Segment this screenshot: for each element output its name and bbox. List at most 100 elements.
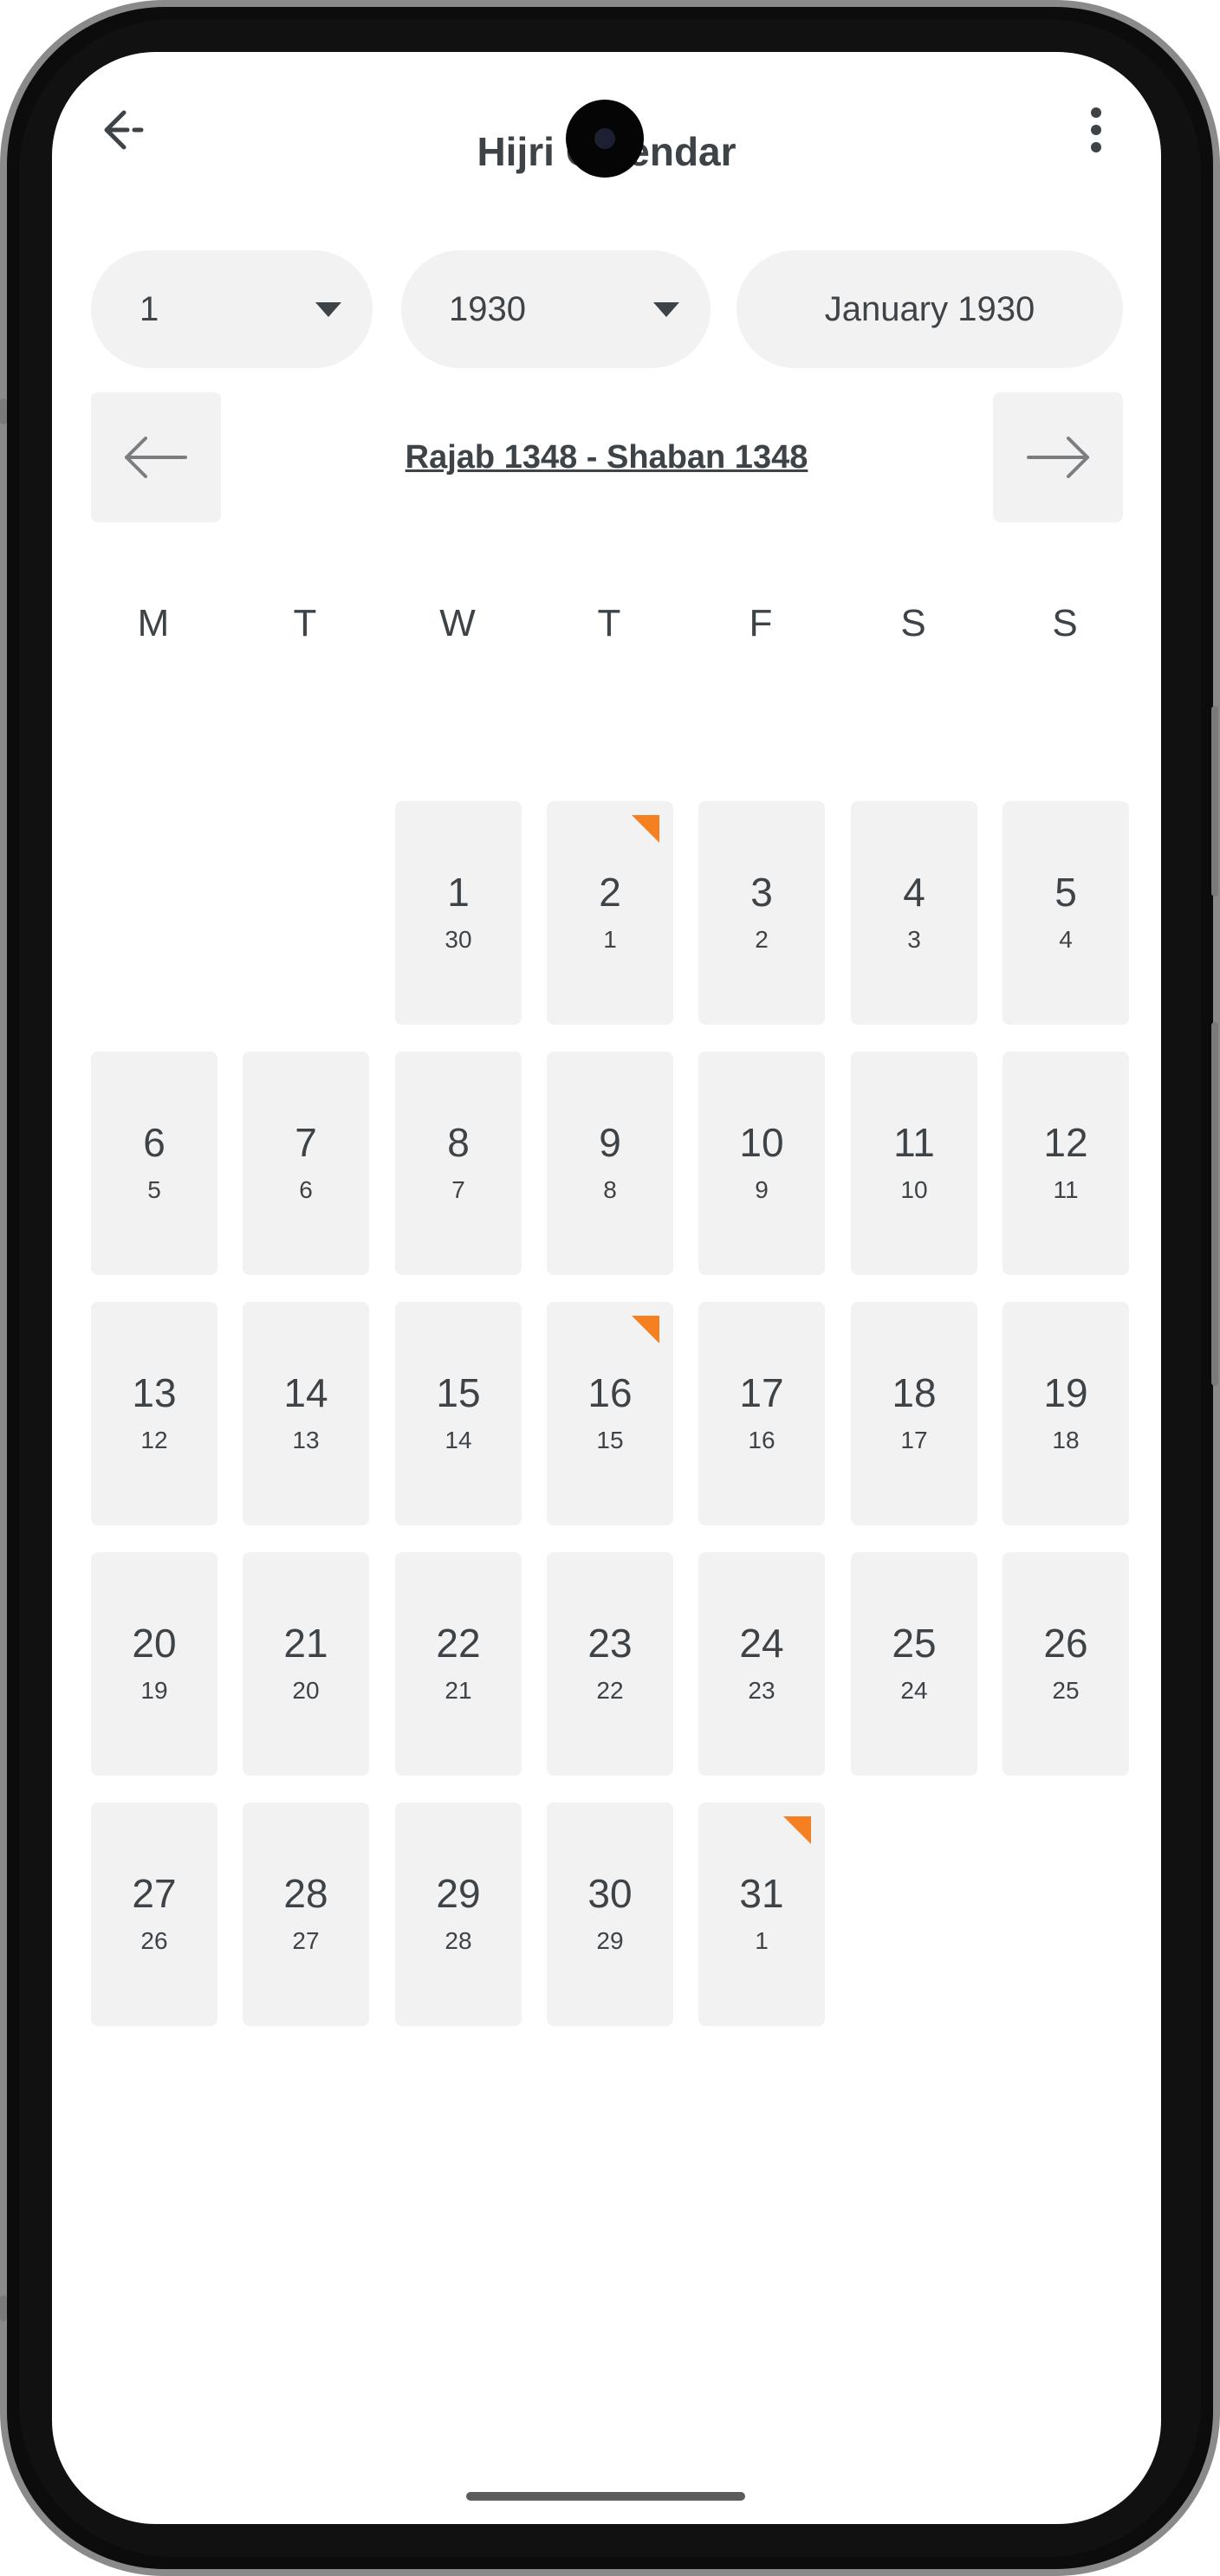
more-menu-button[interactable] [1066, 100, 1126, 160]
calendar-day-cell[interactable]: 26 25 [1003, 1552, 1129, 1776]
hijri-day-number: 16 [748, 1427, 775, 1453]
weekday-label: S [900, 602, 926, 644]
hijri-day-number: 5 [147, 1176, 161, 1203]
gregorian-day-number: 9 [599, 1120, 621, 1165]
hijri-day-number: 15 [596, 1427, 624, 1453]
day-select-value: 1 [140, 289, 159, 328]
hijri-day-number: 24 [900, 1677, 928, 1704]
gregorian-day-number: 21 [283, 1621, 328, 1666]
calendar-day-cell[interactable]: 87 [395, 1052, 522, 1275]
hijri-day-number: 7 [451, 1176, 465, 1203]
month-year-value: January 1930 [824, 289, 1035, 328]
phone-side-button [1211, 706, 1218, 896]
hijri-day-number: 29 [596, 1927, 624, 1954]
hijri-day-number: 25 [1052, 1677, 1080, 1704]
gregorian-day-number: 16 [587, 1370, 633, 1415]
hijri-day-number: 2 [755, 926, 769, 953]
calendar-day-cell[interactable]: 43 [851, 801, 977, 1025]
hijri-day-number: 3 [907, 926, 921, 953]
calendar-day-cell[interactable]: 20 19 [91, 1552, 217, 1776]
hijri-day-number: 14 [445, 1427, 472, 1453]
weekday-label: T [597, 602, 621, 644]
phone-side-button [0, 398, 7, 424]
gregorian-day-number: 6 [143, 1120, 165, 1165]
gregorian-day-number: 31 [739, 1871, 784, 1916]
app-screen: Hijri Calendar 1 1930 January 1930 Rajab… [52, 52, 1161, 2524]
gregorian-day-number: 27 [132, 1871, 177, 1916]
gregorian-day-number: 15 [436, 1370, 481, 1415]
gregorian-day-number: 11 [893, 1120, 935, 1165]
gregorian-day-number: 4 [903, 870, 925, 915]
home-indicator[interactable] [466, 2492, 745, 2501]
hijri-day-number: 4 [1059, 926, 1073, 953]
calendar-day-cell[interactable]: 22 21 [395, 1552, 522, 1776]
calendar-day-cell[interactable]: 29 28 [395, 1803, 522, 2026]
day-select[interactable]: 1 [91, 250, 373, 368]
calendar-day-cell[interactable]: 1 30 [395, 801, 522, 1025]
hijri-day-number: 22 [596, 1677, 624, 1704]
phone-side-button [1211, 1022, 1218, 1386]
gregorian-day-number: 20 [132, 1621, 177, 1666]
hijri-day-number: 11 [1053, 1176, 1079, 1203]
calendar-day-cell[interactable]: 13 12 [91, 1302, 217, 1525]
event-marker-icon [632, 1316, 659, 1343]
more-vertical-icon [1091, 107, 1101, 152]
hijri-period-label[interactable]: Rajab 1348 - Shaban 1348 [312, 431, 901, 483]
weekday-header: M T W T F S S [90, 589, 1130, 658]
calendar-day-cell[interactable]: 12 11 [1003, 1052, 1129, 1275]
calendar-day-cell[interactable]: 27 26 [91, 1803, 217, 2026]
calendar-day-cell[interactable]: 16 15 [547, 1302, 673, 1525]
month-year-picker[interactable]: January 1930 [737, 250, 1123, 368]
weekday-label: M [137, 602, 170, 644]
hijri-day-number: 26 [140, 1927, 168, 1954]
calendar-day-cell[interactable]: 11 10 [851, 1052, 977, 1275]
calendar-day-cell[interactable]: 19 18 [1003, 1302, 1129, 1525]
gregorian-day-number: 23 [587, 1621, 633, 1666]
gregorian-day-number: 22 [436, 1621, 481, 1666]
hijri-day-number: 19 [140, 1677, 168, 1704]
calendar-day-cell[interactable]: 30 29 [547, 1803, 673, 2026]
hijri-day-number: 10 [900, 1176, 928, 1203]
gregorian-day-number: 26 [1043, 1621, 1088, 1666]
event-marker-icon [783, 1816, 811, 1844]
gregorian-day-number: 25 [892, 1621, 937, 1666]
calendar-day-cell[interactable]: 15 14 [395, 1302, 522, 1525]
calendar-day-cell[interactable]: 18 17 [851, 1302, 977, 1525]
next-month-button[interactable] [993, 392, 1123, 522]
calendar-day-cell[interactable]: 17 16 [698, 1302, 825, 1525]
hijri-day-number: 1 [755, 1927, 769, 1954]
calendar-day-cell[interactable]: 21 20 [243, 1552, 369, 1776]
calendar-day-cell[interactable]: 32 [698, 801, 825, 1025]
arrow-right-icon [1027, 437, 1089, 478]
hijri-day-number: 13 [292, 1427, 320, 1453]
calendar-day-cell[interactable]: 76 [243, 1052, 369, 1275]
calendar-day-cell[interactable]: 31 1 [698, 1803, 825, 2026]
calendar-day-cell[interactable]: 65 [91, 1052, 217, 1275]
gregorian-day-number: 30 [587, 1871, 633, 1916]
calendar-day-cell[interactable]: 10 9 [698, 1052, 825, 1275]
calendar-day-cell[interactable]: 98 [547, 1052, 673, 1275]
calendar-day-cell[interactable]: 21 [547, 801, 673, 1025]
calendar-day-cell[interactable]: 14 13 [243, 1302, 369, 1525]
hijri-day-number: 23 [748, 1677, 775, 1704]
weekday-label: W [439, 602, 476, 644]
gregorian-day-number: 19 [1043, 1370, 1088, 1415]
hijri-day-number: 20 [292, 1677, 320, 1704]
calendar-day-cell[interactable]: 23 22 [547, 1552, 673, 1776]
year-select[interactable]: 1930 [401, 250, 711, 368]
calendar-day-cell[interactable]: 25 24 [851, 1552, 977, 1776]
calendar-day-cell[interactable]: 54 [1003, 801, 1129, 1025]
gregorian-day-number: 29 [436, 1871, 481, 1916]
calendar-day-cell[interactable]: 24 23 [698, 1552, 825, 1776]
back-button[interactable] [95, 100, 156, 160]
chevron-down-icon [315, 301, 341, 317]
gregorian-day-number: 2 [599, 870, 621, 915]
gregorian-day-number: 3 [750, 870, 773, 915]
calendar-day-cell[interactable]: 28 27 [243, 1803, 369, 2026]
chevron-down-icon [653, 301, 679, 317]
hijri-day-number: 18 [1052, 1427, 1080, 1453]
previous-month-button[interactable] [91, 392, 221, 522]
gregorian-day-number: 10 [739, 1120, 784, 1165]
hijri-day-number: 28 [445, 1927, 472, 1954]
weekday-label: S [1052, 602, 1078, 644]
